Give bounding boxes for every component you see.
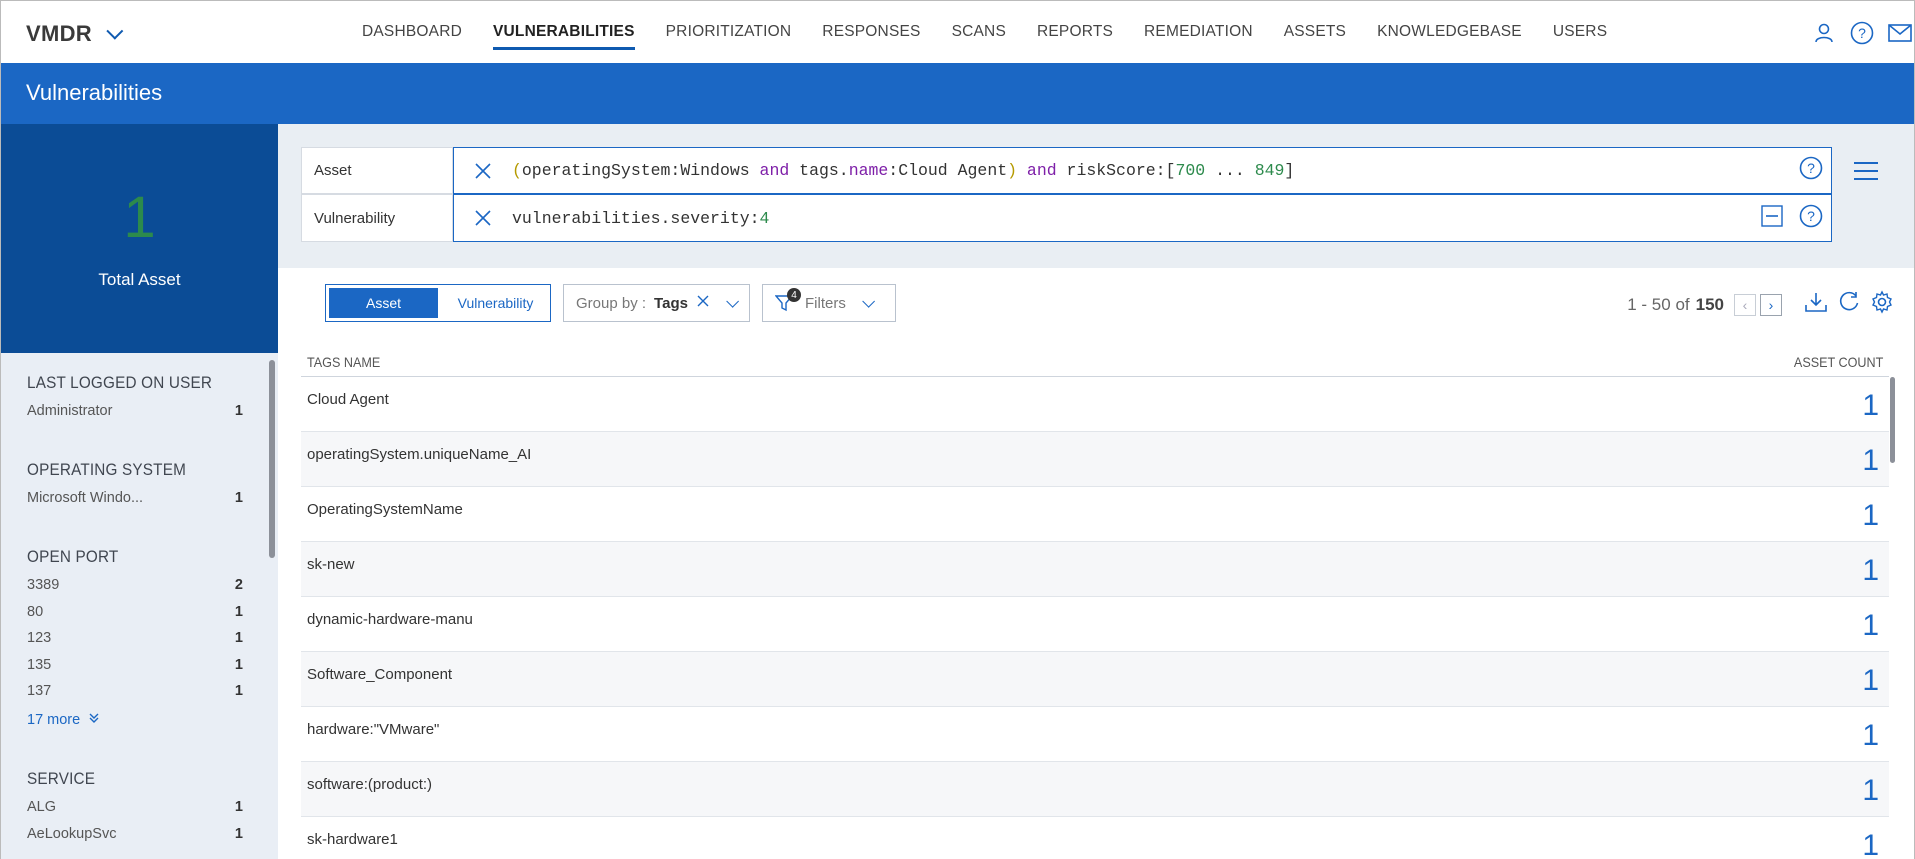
vulnerability-query-label: Vulnerability [301,194,453,242]
pagination: 1 - 50 of 150 ‹ › [1627,290,1894,319]
list-item[interactable]: 123 1 [27,630,243,657]
chevron-down-icon [726,294,739,308]
table-row[interactable]: hardware:"VMware" 1 [301,707,1889,762]
pager-total: 150 [1695,294,1724,314]
group-title: LAST LOGGED ON USER [27,373,213,392]
table-row[interactable]: sk-hardware1 1 [301,817,1889,859]
svg-text:?: ? [1807,208,1815,224]
table-row[interactable]: dynamic-hardware-manu 1 [301,597,1889,652]
table-header: TAGS NAME ASSET COUNT [301,347,1889,377]
nav-scans[interactable]: SCANS [952,1,1006,63]
total-asset-label: Total Asset [98,270,181,289]
hamburger-menu-icon[interactable] [1854,162,1878,186]
sidebar: 1 Total Asset LAST LOGGED ON USER Admini… [1,124,278,859]
table-row[interactable]: software:(product:) 1 [301,762,1889,817]
column-tags-name[interactable]: TAGS NAME [307,354,380,370]
chevron-down-icon [862,294,875,308]
list-item[interactable]: Administrator 1 [27,403,243,430]
chevron-down-icon [106,22,124,40]
main-content: Asset (operatingSystem:Windows and tags.… [278,124,1914,859]
show-more-link[interactable]: 17 more [27,712,243,728]
group-by-dropdown[interactable]: Group by : Tags [563,284,750,322]
table-body: Cloud Agent 1 operatingSystem.uniqueName_… [301,377,1889,859]
toggle-asset[interactable]: Asset [329,288,438,318]
table-row[interactable]: Cloud Agent 1 [301,377,1889,432]
table-row[interactable]: operatingSystem.uniqueName_AI 1 [301,432,1889,487]
list-item[interactable]: 137 1 [27,683,243,710]
sidebar-scrollbar[interactable] [269,360,275,558]
next-page-icon[interactable]: › [1760,293,1782,316]
nav-reports[interactable]: REPORTS [1037,1,1113,63]
table-row[interactable]: sk-new 1 [301,542,1889,597]
nav-vulnerabilities[interactable]: VULNERABILITIES [492,1,635,63]
view-toggle: Asset Vulnerability [325,284,551,322]
group-last-logged-on-user: LAST LOGGED ON USER Administrator 1 [27,373,243,430]
nav-assets[interactable]: ASSETS [1284,1,1346,63]
pager-range: 1 - 50 of [1627,294,1690,314]
group-title: OPERATING SYSTEM [27,460,187,479]
previous-page-icon[interactable]: ‹ [1734,293,1756,316]
vulnerability-query-text: vulnerabilities.severity:4 [512,208,770,228]
total-asset-card: 1 Total Asset [1,124,278,353]
nav-dashboard[interactable]: DASHBOARD [362,1,462,63]
toggle-vulnerability[interactable]: Vulnerability [441,285,550,321]
asset-query-input[interactable]: (operatingSystem:Windows and tags.name:C… [453,147,1832,194]
table-row[interactable]: OperatingSystemName 1 [301,487,1889,542]
clear-icon[interactable] [696,294,710,312]
top-navigation: VMDR DASHBOARD VULNERABILITIES PRIORITIZ… [1,1,1914,63]
help-icon[interactable]: ? [1799,204,1823,233]
nav-users[interactable]: USERS [1553,1,1607,63]
nav-remediation[interactable]: REMEDIATION [1144,1,1253,63]
app-name: VMDR [26,21,92,46]
group-title: SERVICE [27,769,96,788]
total-asset-count: 1 [123,185,156,250]
nav-knowledgebase[interactable]: KNOWLEDGEBASE [1377,1,1522,63]
query-panel: Asset (operatingSystem:Windows and tags.… [278,124,1914,268]
list-item[interactable]: 3389 2 [27,577,243,604]
filter-icon: 4 [774,288,801,313]
list-item[interactable]: Microsoft Windo... 1 [27,490,243,517]
refresh-icon[interactable] [1838,291,1860,318]
group-service: SERVICE ALG 1 AeLookupSvc 1 [27,769,243,852]
top-icons: ? [1812,21,1912,45]
page-header: Vulnerabilities [1,63,1914,124]
group-title: OPEN PORT [27,547,119,566]
download-icon[interactable] [1804,291,1828,318]
collapse-icon[interactable] [1761,204,1783,232]
user-icon[interactable] [1812,21,1836,45]
main-nav: DASHBOARD VULNERABILITIES PRIORITIZATION… [362,1,1638,63]
clear-icon[interactable] [454,195,512,241]
svg-text:?: ? [1858,25,1866,41]
filters-dropdown[interactable]: 4 Filters [762,284,896,322]
group-open-port: OPEN PORT 3389 2 80 1 123 1 135 1 137 1 17 mo… [27,547,243,728]
page-title: Vulnerabilities [26,80,163,105]
help-icon[interactable]: ? [1799,156,1823,185]
table-scrollbar[interactable] [1889,377,1897,859]
list-item[interactable]: 135 1 [27,657,243,684]
mail-icon[interactable] [1888,21,1912,45]
column-asset-count[interactable]: ASSET COUNT [1794,354,1883,370]
vulnerability-query-input[interactable]: vulnerabilities.severity:4 ? [453,194,1832,242]
asset-query-text: (operatingSystem:Windows and tags.name:C… [512,161,1295,180]
filters-badge: 4 [787,288,801,302]
clear-icon[interactable] [454,148,512,193]
results-toolbar: Asset Vulnerability Group by : Tags 4 Fi… [278,284,1914,324]
list-item[interactable]: AeLookupSvc 1 [27,826,243,853]
asset-query-label: Asset [301,147,453,194]
app-switcher[interactable]: VMDR [26,21,124,47]
nav-prioritization[interactable]: PRIORITIZATION [666,1,792,63]
list-item[interactable]: 80 1 [27,604,243,631]
double-chevron-down-icon [88,712,100,727]
svg-text:?: ? [1807,160,1815,176]
nav-responses[interactable]: RESPONSES [822,1,920,63]
help-icon[interactable]: ? [1850,21,1874,45]
list-item[interactable]: ALG 1 [27,799,243,826]
group-operating-system: OPERATING SYSTEM Microsoft Windo... 1 [27,460,243,517]
settings-gear-icon[interactable] [1870,290,1894,319]
table-row[interactable]: Software_Component 1 [301,652,1889,707]
